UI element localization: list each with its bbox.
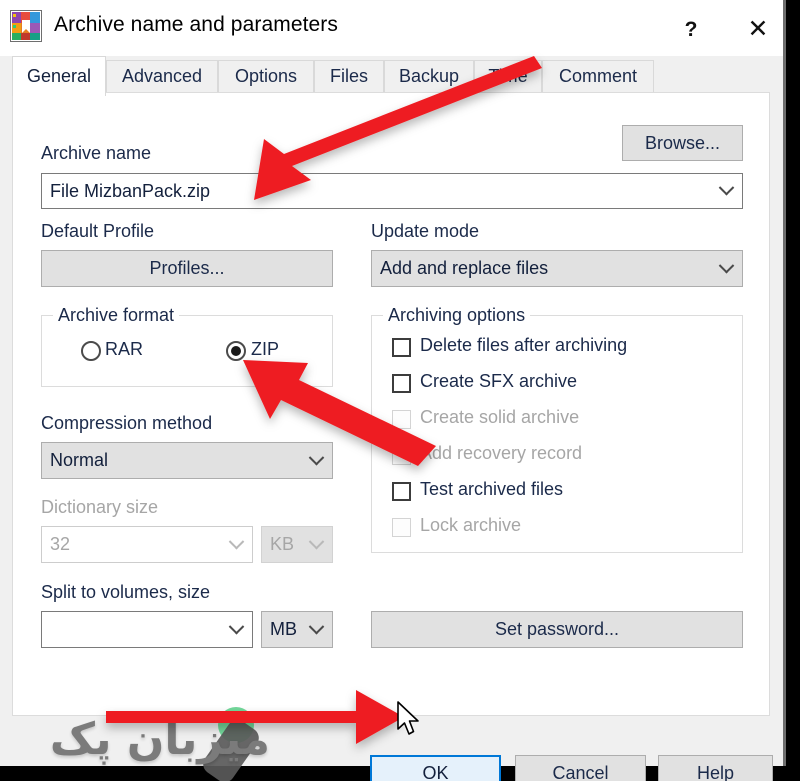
radio-rar-label: RAR [105,339,144,359]
general-tab-page: Archive name File MizbanPack.zip Browse.… [12,92,770,716]
ok-button[interactable]: OK [370,755,501,781]
checkbox-create-solid-archive [392,410,411,429]
archive-name-label: Archive name [41,143,152,163]
dictionary-size-unit: KB [270,534,295,554]
tab-general[interactable]: General [12,56,106,96]
split-unit-value: MB [270,619,297,639]
default-profile-label: Default Profile [41,221,155,241]
chevron-down-icon [228,533,245,549]
dialog-client-area: General Advanced Options Files Backup Ti… [0,56,783,781]
checkbox-lock-archive-label: Lock archive [420,515,522,535]
chevron-down-icon[interactable] [308,618,325,634]
checkbox-create-solid-archive-label: Create solid archive [420,407,580,427]
archive-format-title: Archive format [53,305,180,326]
split-unit-select[interactable]: MB [261,611,333,648]
dictionary-size-unit-select: KB [261,526,333,563]
profiles-button[interactable]: Profiles... [41,250,333,287]
set-password-button[interactable]: Set password... [371,611,743,648]
tab-backup[interactable]: Backup [384,60,474,92]
compression-method-label: Compression method [41,413,213,433]
update-mode-select[interactable]: Add and replace files [371,250,743,287]
archive-name-input[interactable]: File MizbanPack.zip [41,173,743,209]
mouse-cursor [397,701,419,735]
compression-method-value: Normal [50,450,109,470]
checkbox-test-archived-files-label: Test archived files [420,479,564,499]
tab-time[interactable]: Time [474,60,542,92]
update-mode-value: Add and replace files [380,258,549,278]
close-icon[interactable]: ✕ [735,12,781,46]
titlebar-help-button[interactable]: ? [668,12,714,46]
browse-button[interactable]: Browse... [622,125,743,161]
checkbox-create-sfx-archive[interactable] [392,374,411,393]
radio-zip-label: ZIP [251,339,280,359]
cancel-button[interactable]: Cancel [515,755,646,781]
checkbox-add-recovery-record-label: Add recovery record [420,443,583,463]
chevron-down-icon[interactable] [718,257,735,273]
archive-parameters-dialog: Archive name and parameters ? ✕ General … [0,0,786,781]
radio-zip[interactable] [226,341,246,361]
archiving-options-title: Archiving options [383,305,531,326]
compression-method-select[interactable]: Normal [41,442,333,479]
dictionary-size-select: 32 [41,526,253,563]
archive-format-group: Archive format RAR ZIP [41,305,333,387]
split-to-volumes-input[interactable] [41,611,253,648]
checkbox-lock-archive [392,518,411,537]
checkbox-delete-files-after-archiving-label: Delete files after archiving [420,335,628,355]
winrar-books-icon [10,10,42,42]
tab-options[interactable]: Options [218,60,314,92]
chevron-down-icon[interactable] [718,179,735,196]
help-button[interactable]: Help [658,755,773,781]
dictionary-size-value: 32 [50,534,71,554]
chevron-down-icon [308,533,325,549]
tab-comment[interactable]: Comment [542,60,654,92]
tab-strip: General Advanced Options Files Backup Ti… [12,56,770,96]
tab-files[interactable]: Files [314,60,384,92]
tab-advanced[interactable]: Advanced [106,60,218,92]
window-title: Archive name and parameters [54,13,339,36]
checkbox-test-archived-files[interactable] [392,482,411,501]
title-bar: Archive name and parameters ? ✕ [0,0,783,56]
update-mode-label: Update mode [371,221,480,241]
checkbox-create-sfx-archive-label: Create SFX archive [420,371,578,391]
dictionary-size-label: Dictionary size [41,497,159,517]
chevron-down-icon[interactable] [228,618,245,634]
chevron-down-icon[interactable] [308,449,325,465]
checkbox-add-recovery-record [392,446,411,465]
archive-name-value: File MizbanPack.zip [50,180,211,201]
radio-rar[interactable] [81,341,101,361]
split-to-volumes-label: Split to volumes, size [41,582,211,602]
checkbox-delete-files-after-archiving[interactable] [392,338,411,357]
screenshot-root: Archive name and parameters ? ✕ General … [0,0,800,781]
watermark-text: میزبان پک [49,714,270,765]
watermark-blade-icon [199,715,263,781]
archiving-options-group: Archiving options Delete files after arc… [371,305,743,553]
